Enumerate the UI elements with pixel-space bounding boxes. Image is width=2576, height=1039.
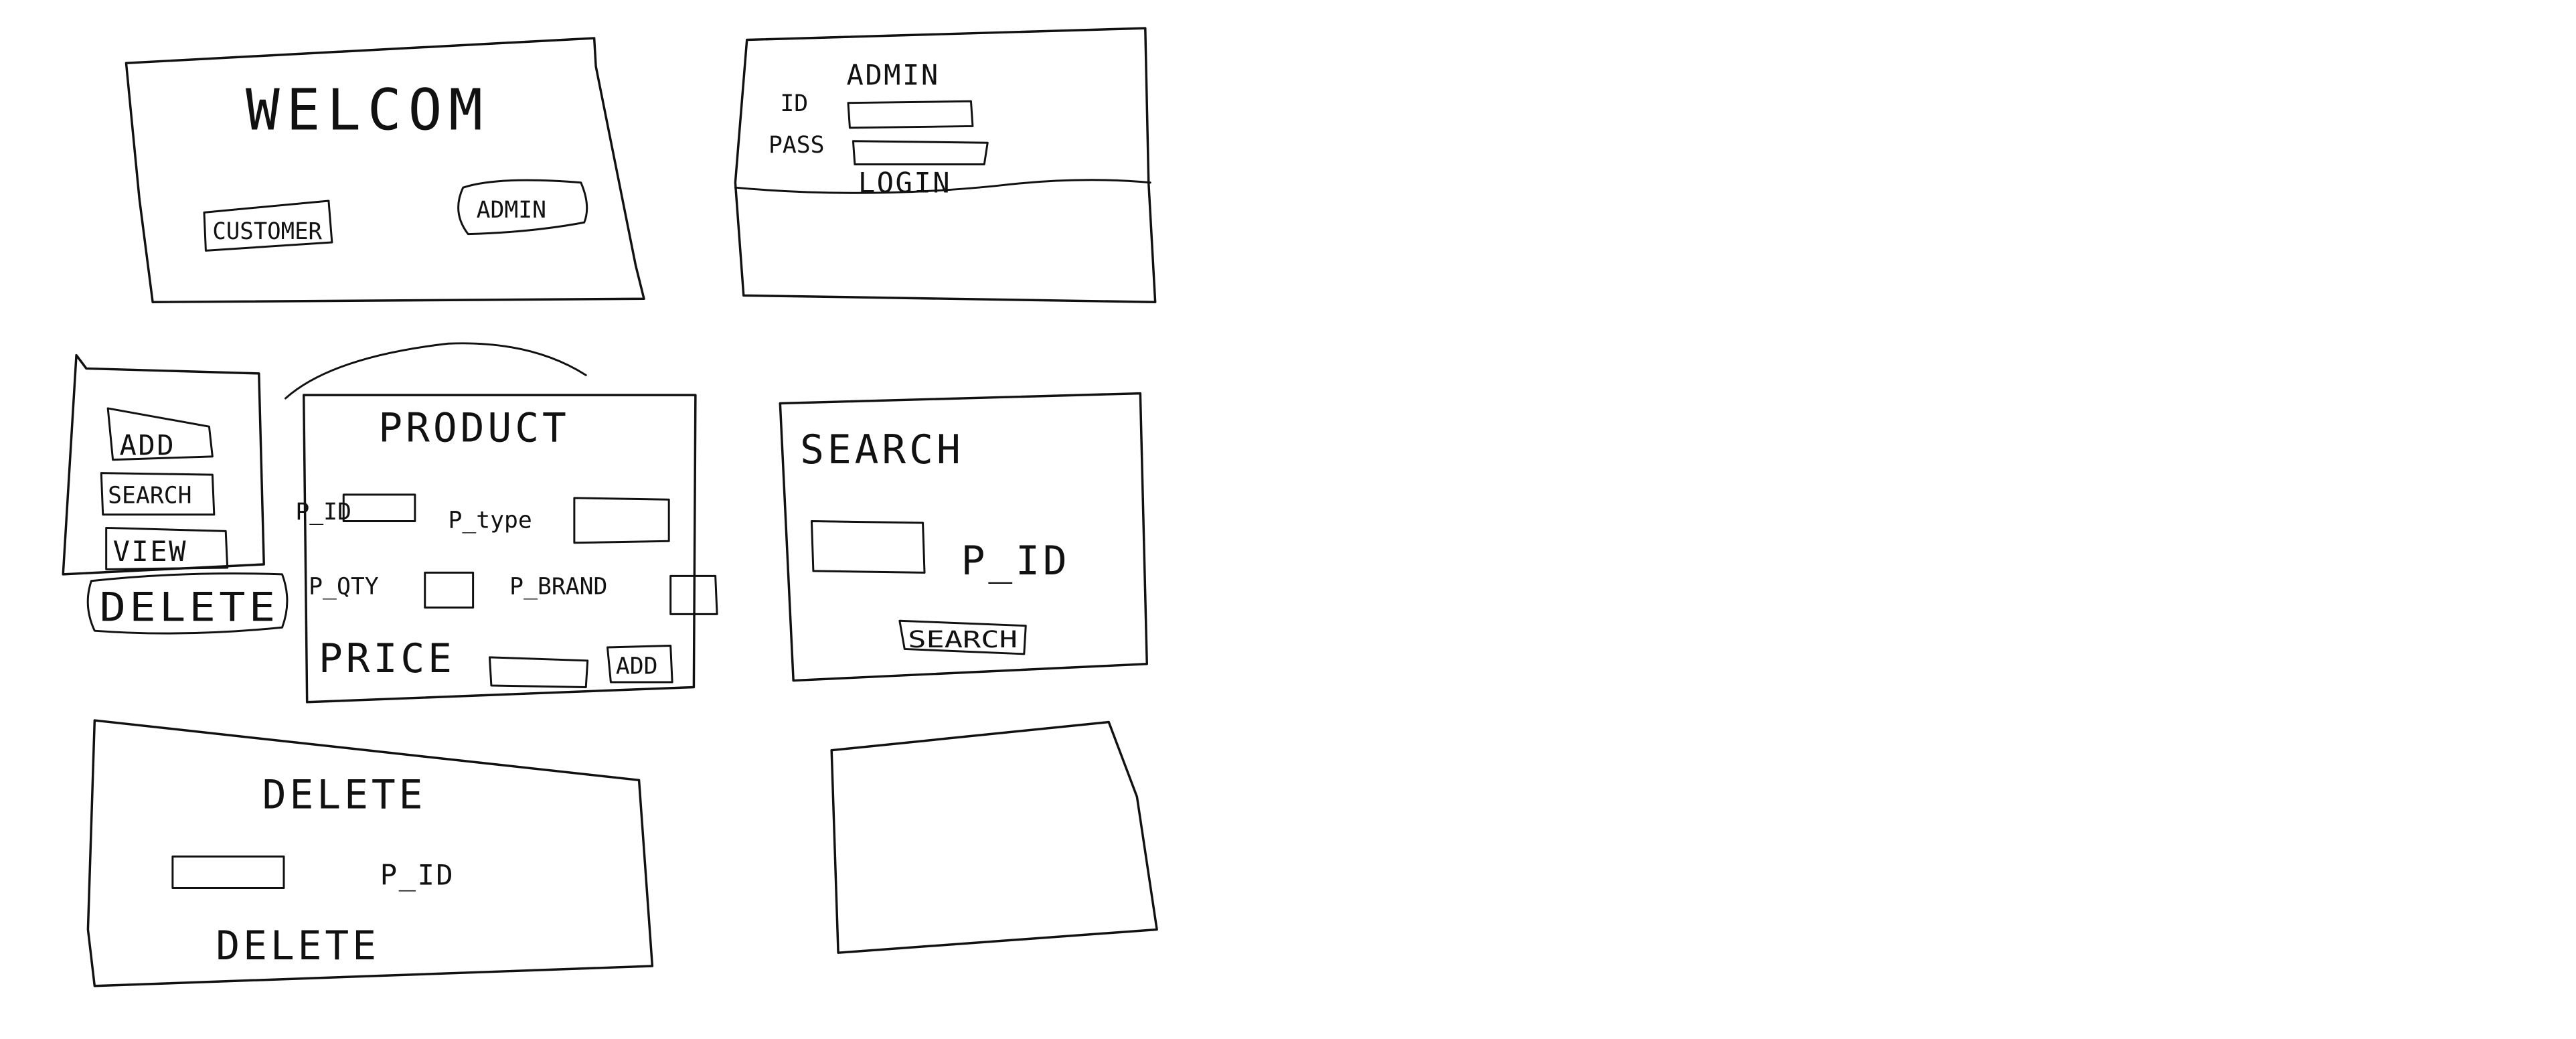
- menu-add-label: ADD: [120, 428, 176, 461]
- menu-search-button[interactable]: SEARCH: [100, 472, 216, 516]
- delete-submit-button[interactable]: DELETE: [216, 923, 380, 969]
- search-screen: SEARCH P_ID SEARCH: [779, 392, 1149, 682]
- product-add-button[interactable]: ADD: [606, 644, 673, 684]
- product-form-title: PRODUCT: [378, 406, 569, 452]
- menu-view-button[interactable]: VIEW: [105, 526, 229, 570]
- delete-screen: DELETE P_ID DELETE: [86, 719, 654, 987]
- product-id-input[interactable]: [342, 493, 416, 523]
- product-brand-label: P_BRAND: [509, 574, 607, 601]
- admin-login-title: ADMIN: [846, 58, 939, 91]
- delete-title: DELETE: [262, 772, 426, 818]
- login-button-label: LOGIN: [858, 167, 951, 199]
- product-add-label: ADD: [616, 653, 658, 680]
- admin-pass-input[interactable]: [852, 140, 989, 165]
- welcome-title: WELCOM: [246, 77, 489, 143]
- customer-button-label: CUSTOMER: [212, 218, 322, 245]
- search-title: SEARCH: [800, 427, 964, 473]
- delete-pid-input[interactable]: [171, 855, 285, 889]
- delete-pid-label: P_ID: [380, 859, 455, 892]
- sketch-canvas: WELCOM CUSTOMER ADMIN ADMIN ID PASS LOGI…: [62, 27, 1158, 987]
- wireframe-sketch: WELCOM CUSTOMER ADMIN ADMIN ID PASS LOGI…: [0, 0, 2576, 1039]
- customer-button[interactable]: CUSTOMER: [203, 199, 333, 252]
- admin-button[interactable]: ADMIN: [457, 179, 588, 236]
- menu-screen: ADD SEARCH VIEW DELETE: [62, 353, 289, 635]
- menu-add-button[interactable]: ADD: [106, 407, 214, 461]
- admin-login-screen: ADMIN ID PASS LOGIN: [734, 27, 1157, 303]
- admin-button-label: ADMIN: [477, 197, 546, 224]
- admin-id-input[interactable]: [847, 100, 974, 129]
- product-qty-label: P_QTY: [309, 574, 379, 601]
- search-submit-label: SEARCH: [908, 627, 1018, 653]
- menu-search-label: SEARCH: [108, 482, 191, 509]
- menu-delete-button[interactable]: DELETE: [86, 572, 289, 635]
- admin-id-label: ID: [780, 90, 808, 117]
- search-pid-input[interactable]: [810, 520, 926, 574]
- empty-screen-frame: [830, 720, 1158, 954]
- menu-delete-label: DELETE: [100, 584, 279, 631]
- menu-view-label: VIEW: [113, 535, 187, 568]
- delete-submit-label: DELETE: [216, 923, 380, 969]
- product-form-screen: PRODUCT P_ID P_type P_QTY P_BRAND PRICE …: [284, 342, 718, 704]
- admin-pass-label: PASS: [769, 132, 825, 159]
- product-price-input[interactable]: [488, 656, 589, 688]
- product-form-top-arc: [284, 342, 587, 400]
- product-type-label: P_type: [448, 507, 532, 534]
- product-price-label: PRICE: [319, 636, 455, 682]
- product-type-input[interactable]: [573, 497, 670, 544]
- search-pid-label: P_ID: [961, 538, 1070, 584]
- welcome-screen: WELCOM CUSTOMER ADMIN: [125, 37, 645, 303]
- product-qty-input[interactable]: [424, 571, 475, 609]
- login-button[interactable]: LOGIN: [858, 167, 951, 199]
- search-submit-button[interactable]: SEARCH: [898, 619, 1027, 655]
